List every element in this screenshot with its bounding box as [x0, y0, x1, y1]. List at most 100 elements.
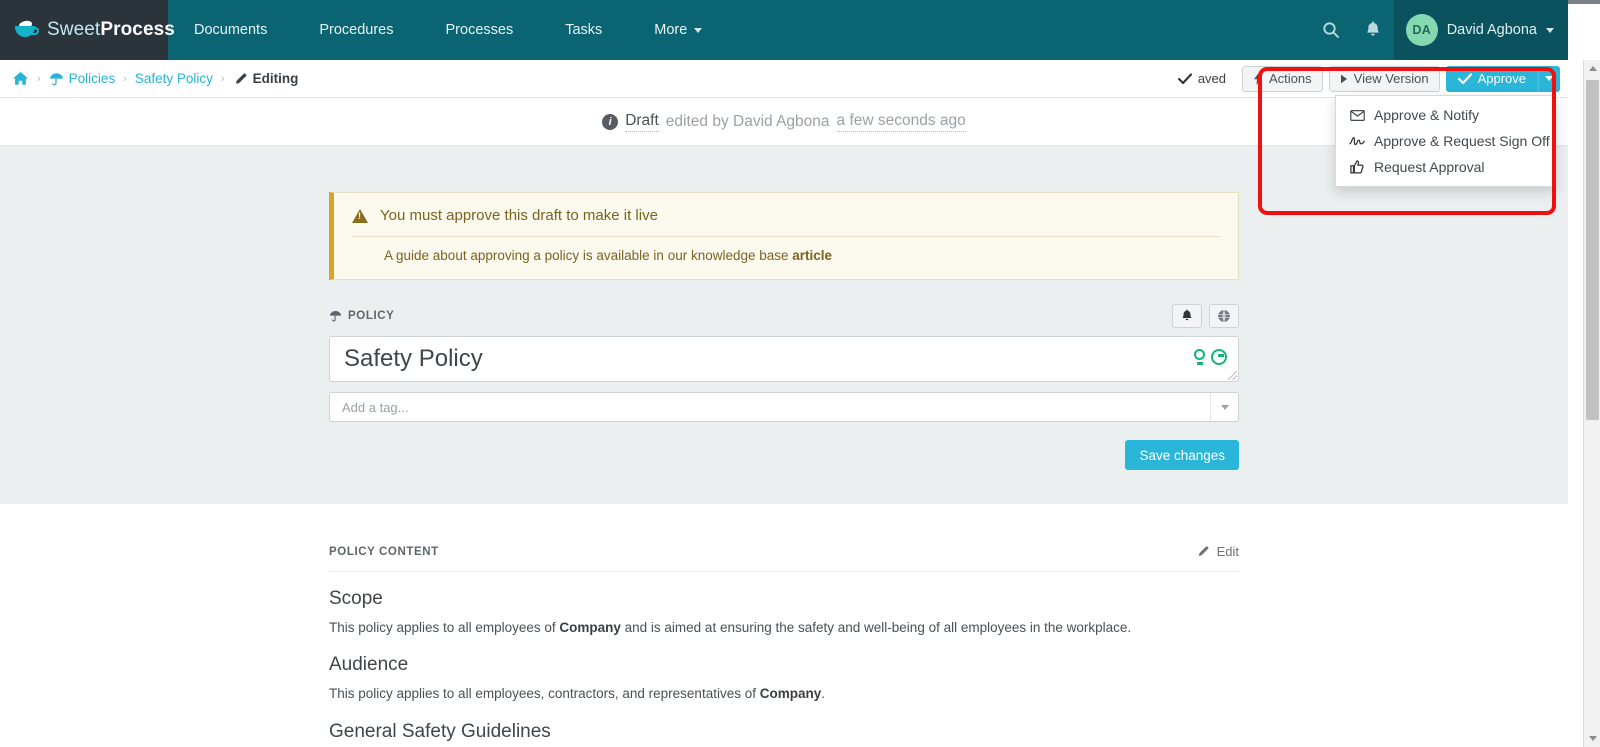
nav-label-processes: Processes: [445, 22, 514, 38]
globe-icon: [1218, 310, 1230, 322]
primary-nav: Documents Procedures Processes Tasks Mor…: [168, 0, 728, 60]
alert-body-text: A guide about approving a policy is avai…: [384, 248, 793, 263]
draft-status-text: i Draft edited by David Agbona a few sec…: [602, 112, 966, 132]
resize-handle[interactable]: [1228, 371, 1237, 380]
tag-input[interactable]: [329, 392, 1239, 422]
draft-status-bar: i Draft edited by David Agbona a few sec…: [0, 98, 1568, 146]
approve-button[interactable]: Approve: [1445, 65, 1538, 92]
user-menu[interactable]: DA David Agbona: [1393, 0, 1568, 60]
scrollbar-thumb[interactable]: [1586, 80, 1599, 420]
breadcrumb-home[interactable]: [12, 71, 29, 86]
bolt-icon: [1254, 72, 1263, 85]
alert-divider: [352, 236, 1220, 237]
search-button[interactable]: [1310, 0, 1352, 60]
nav-item-more[interactable]: More: [628, 0, 728, 60]
draft-label[interactable]: Draft: [625, 112, 659, 132]
view-version-button[interactable]: View Version: [1328, 65, 1440, 92]
policy-title-input[interactable]: [329, 336, 1239, 382]
nav-item-tasks[interactable]: Tasks: [539, 0, 628, 60]
saved-label: aved: [1197, 71, 1227, 86]
menu-item-approve-and-request-sign-off[interactable]: Approve & Request Sign Off: [1336, 128, 1555, 154]
menu-item-request-approval[interactable]: Request Approval: [1336, 154, 1555, 180]
search-icon: [1323, 22, 1339, 38]
alert-title: You must approve this draft to make it l…: [380, 207, 658, 224]
visibility-globe-button[interactable]: [1209, 304, 1239, 328]
pencil-icon: [235, 72, 247, 84]
bell-icon: [1366, 21, 1379, 36]
policy-content-header: POLICY CONTENT Edit: [329, 544, 1239, 559]
policy-content-panel: POLICY CONTENT Edit Scope This policy ap…: [0, 504, 1568, 747]
breadcrumb-separator: ›: [37, 72, 41, 85]
signature-icon: [1349, 136, 1365, 147]
brand-word-process: Process: [100, 19, 175, 40]
lightbulb-icon[interactable]: [1192, 349, 1207, 365]
scope-text-before: This policy applies to all employees of: [329, 620, 560, 635]
actions-label: Actions: [1269, 71, 1312, 86]
envelope-icon: [1349, 109, 1365, 121]
home-icon: [13, 72, 28, 85]
editing-panel: You must approve this draft to make it l…: [0, 146, 1568, 504]
play-triangle-icon: [1340, 74, 1347, 83]
policy-content-title: POLICY CONTENT: [329, 545, 439, 558]
notify-toggle-button[interactable]: [1172, 304, 1202, 328]
thumbs-up-icon: [1349, 160, 1365, 174]
triangle-up-icon: [1588, 66, 1597, 71]
umbrella-icon: [49, 72, 63, 85]
user-name-label: David Agbona: [1446, 22, 1537, 38]
approve-label: Approve: [1477, 71, 1526, 86]
section-paragraph-scope: This policy applies to all employees of …: [329, 618, 1239, 638]
chevron-down-icon: [1546, 27, 1554, 33]
pencil-icon: [1198, 546, 1209, 556]
breadcrumb-item-safety-policy[interactable]: Safety Policy: [135, 71, 213, 86]
brand-text: SweetProcess: [47, 19, 175, 41]
menu-item-approve-and-notify[interactable]: Approve & Notify: [1336, 102, 1555, 128]
edited-by-label: edited by David Agbona: [665, 112, 830, 130]
nav-item-procedures[interactable]: Procedures: [293, 0, 419, 60]
save-row: Save changes: [329, 440, 1239, 470]
saved-status: aved: [1177, 71, 1227, 86]
section-heading-audience: Audience: [329, 654, 409, 676]
menu-label-approve-and-request-sign-off: Approve & Request Sign Off: [1374, 133, 1550, 149]
audience-text-before: This policy applies to all employees, co…: [329, 686, 760, 702]
top-navigation-bar: SweetProcess Documents Procedures Proces…: [0, 0, 1568, 60]
editor-toolbar: aved Actions View Version Approve: [1177, 65, 1560, 92]
alert-article-link[interactable]: article: [792, 248, 832, 263]
coffee-cup-icon: [14, 19, 40, 40]
section-paragraph-audience: This policy applies to all employees, co…: [329, 684, 1239, 704]
chevron-down-icon: [694, 27, 703, 33]
chevron-down-icon: [1220, 404, 1229, 410]
notifications-button[interactable]: [1352, 0, 1394, 60]
breadcrumb: › Policies › Safety Policy › Editing: [12, 71, 298, 86]
tag-dropdown-toggle[interactable]: [1210, 393, 1238, 421]
breadcrumb-toolbar: › Policies › Safety Policy › Editing ave…: [0, 60, 1568, 98]
scroll-down-button[interactable]: [1584, 730, 1600, 747]
nav-item-documents[interactable]: Documents: [168, 0, 293, 60]
app-root: SweetProcess Documents Procedures Proces…: [0, 0, 1600, 747]
grammarly-refresh-icon[interactable]: [1211, 349, 1227, 365]
approve-dropdown-toggle[interactable]: [1538, 65, 1560, 92]
actions-button[interactable]: Actions: [1242, 65, 1323, 92]
triangle-down-icon: [1588, 736, 1597, 741]
breadcrumb-separator: ›: [123, 72, 127, 85]
vertical-scrollbar[interactable]: [1583, 60, 1600, 747]
alert-body: A guide about approving a policy is avai…: [352, 248, 1220, 263]
save-changes-button[interactable]: Save changes: [1125, 440, 1239, 470]
nav-label-tasks: Tasks: [565, 22, 603, 38]
tag-field: [329, 392, 1239, 422]
breadcrumb-item-policies[interactable]: Policies: [49, 71, 115, 86]
scroll-up-button[interactable]: [1584, 60, 1600, 77]
bell-icon: [1182, 309, 1192, 321]
policy-label: POLICY: [348, 310, 395, 322]
brand-logo[interactable]: SweetProcess: [0, 0, 175, 60]
menu-label-request-approval: Request Approval: [1374, 159, 1485, 175]
audience-bold-company: Company: [759, 686, 822, 702]
policy-title-field: [329, 336, 1239, 382]
nav-label-documents: Documents: [194, 22, 268, 38]
edit-content-link[interactable]: Edit: [1196, 544, 1239, 559]
section-heading-scope: Scope: [329, 588, 383, 609]
section-heading-general-safety-guidelines: General Safety Guidelines: [329, 720, 551, 742]
nav-item-processes[interactable]: Processes: [420, 0, 540, 60]
timestamp-label[interactable]: a few seconds ago: [836, 112, 966, 132]
approval-warning-alert: You must approve this draft to make it l…: [329, 192, 1239, 280]
check-icon: [1457, 72, 1472, 84]
